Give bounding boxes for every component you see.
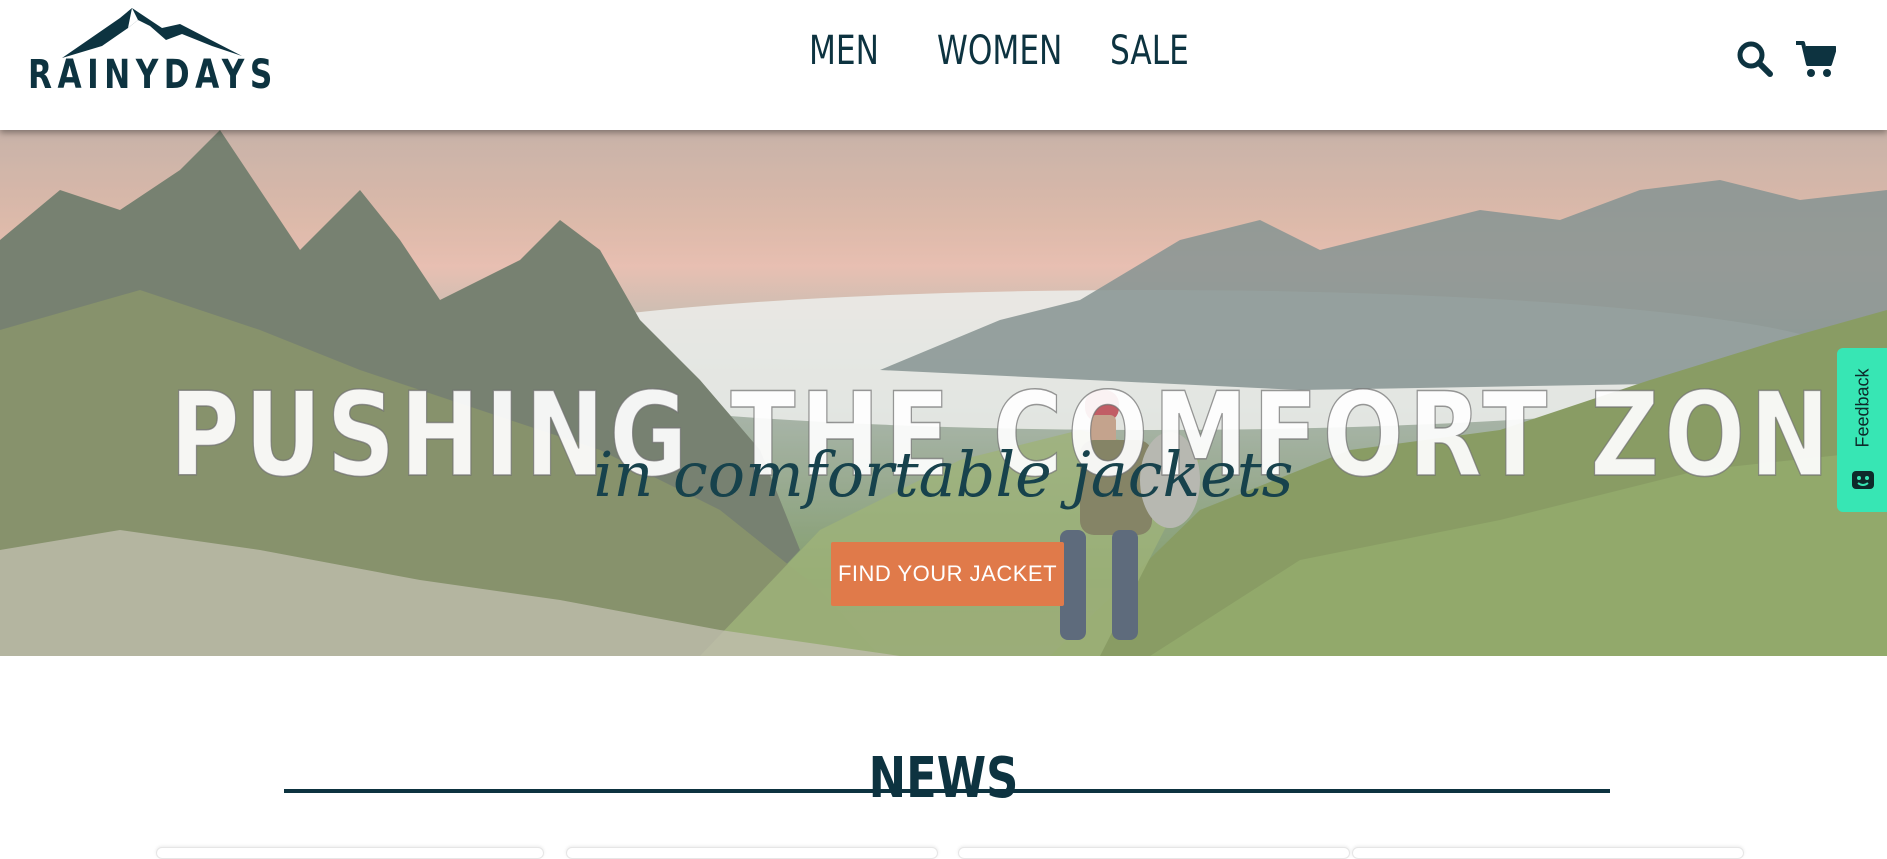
news-card[interactable]	[1352, 847, 1744, 859]
logo-wordmark: RAINYDAYS	[28, 52, 278, 98]
search-button[interactable]	[1736, 40, 1774, 78]
feedback-tab[interactable]: Feedback	[1837, 348, 1887, 512]
mountain-logo-icon	[62, 8, 242, 58]
nav-link-sale[interactable]: SALE	[1110, 28, 1189, 74]
search-icon	[1737, 41, 1773, 77]
cart-button[interactable]	[1796, 40, 1837, 78]
site-logo[interactable]: RAINYDAYS	[28, 6, 273, 98]
find-jacket-button[interactable]: FIND YOUR JACKET	[831, 542, 1064, 606]
site-header: RAINYDAYS MEN WOMEN SALE	[0, 0, 1887, 130]
feedback-face-icon	[1852, 471, 1874, 489]
hero-subtitle: in comfortable jackets	[593, 438, 1294, 511]
nav-link-women[interactable]: WOMEN	[937, 28, 1062, 74]
hero-banner: PUSHING THE COMFORT ZONE in comfortable …	[0, 130, 1887, 656]
news-card[interactable]	[156, 847, 544, 859]
cart-icon	[1796, 41, 1837, 77]
nav-link-men[interactable]: MEN	[809, 28, 879, 74]
news-card[interactable]	[958, 847, 1350, 859]
feedback-label: Feedback	[1852, 368, 1873, 448]
news-heading: NEWS	[868, 746, 1019, 812]
news-card[interactable]	[566, 847, 938, 859]
news-divider	[284, 789, 1610, 793]
